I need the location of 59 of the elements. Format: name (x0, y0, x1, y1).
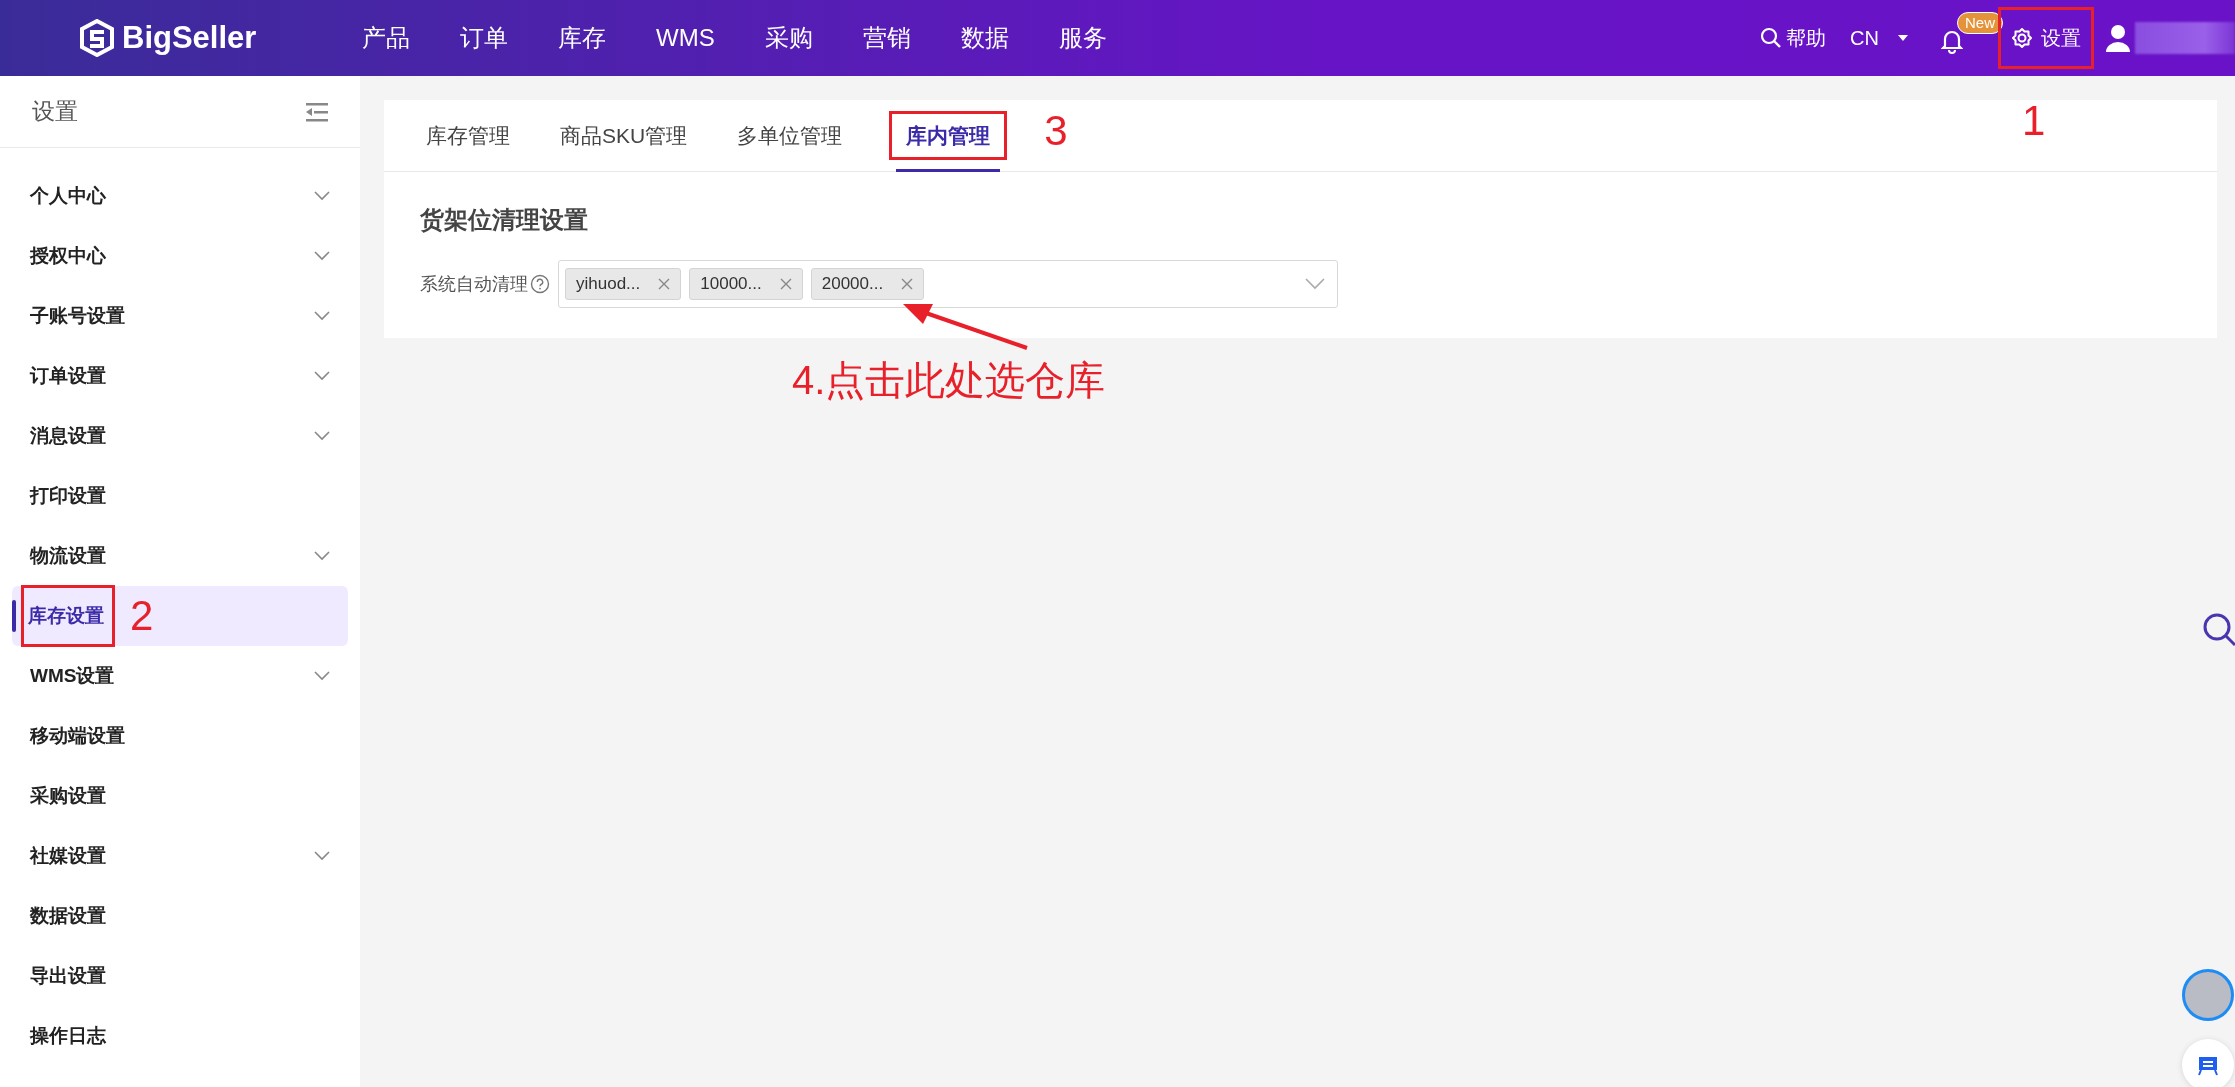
nav-link[interactable]: 采购 (764, 20, 813, 56)
sidebar-item[interactable]: 数据设置 (12, 886, 348, 946)
step-number: 2 (130, 595, 154, 637)
sidebar-item[interactable]: 操作日志 (12, 1006, 348, 1066)
sidebar-item[interactable]: 导出设置 (12, 946, 348, 1006)
sidebar-item[interactable]: 个人中心 (12, 166, 348, 226)
collapse-menu-icon[interactable] (306, 101, 328, 122)
step-number: 3 (1044, 109, 1068, 152)
bell-icon[interactable] (1941, 28, 1963, 54)
section-title: 货架位清理设置 (420, 205, 589, 235)
settings-link[interactable]: 设置 (2001, 10, 2091, 66)
gear-icon (2011, 27, 2033, 49)
nav-link[interactable]: 订单 (460, 20, 508, 56)
new-badge: New (1957, 12, 2003, 34)
search-icon (1760, 27, 1783, 49)
callout-text: 4.点击此处选仓库 (792, 357, 1106, 404)
sidebar-item[interactable]: 子账号设置 (12, 286, 348, 346)
support-avatar[interactable] (2182, 969, 2234, 1021)
nav-link[interactable]: 产品 (362, 20, 410, 56)
logo-text: BigSeller (122, 18, 257, 57)
search-icon (2201, 611, 2235, 647)
sidebar-item[interactable]: 授权中心 (12, 226, 348, 286)
sidebar-item[interactable]: 库存设置 2 (12, 586, 348, 646)
sidebar-item[interactable]: WMS设置 (12, 646, 348, 706)
nav-link[interactable]: 服务 (1058, 20, 1107, 56)
tab[interactable]: 库存管理 (420, 99, 516, 172)
multi-select-field[interactable]: yihuod... 10000... 20000... (558, 260, 1338, 308)
tab[interactable]: 多单位管理 (731, 99, 849, 172)
sidebar-item[interactable]: 订单设置 (12, 346, 348, 406)
nav-link[interactable]: 数据 (960, 20, 1009, 56)
language-dropdown[interactable]: CN (1850, 23, 1909, 53)
close-icon[interactable] (658, 278, 671, 290)
sidebar-item[interactable]: 物流设置 (12, 526, 348, 586)
tag-chip: 10000... (689, 268, 803, 300)
sidebar-title: 设置 (32, 97, 78, 127)
user-icon (2105, 24, 2131, 52)
sidebar-item[interactable]: 采购设置 (12, 766, 348, 826)
nav-link[interactable]: WMS (656, 20, 715, 56)
field-label: 系统自动清理 (420, 272, 528, 296)
tag-chip: 20000... (810, 268, 925, 300)
nav-link[interactable]: 营销 (862, 20, 911, 56)
tag-chip: yihuod... (565, 268, 682, 300)
step-number: 1 (2022, 100, 2046, 142)
nav-link[interactable]: 库存 (558, 20, 606, 56)
close-icon[interactable] (779, 278, 792, 290)
help-icon (530, 274, 550, 294)
sidebar-item[interactable]: 移动端设置 (12, 706, 348, 766)
caret-icon (1897, 34, 1909, 42)
board-icon (2197, 1054, 2219, 1076)
chevron-down-icon (1305, 278, 1325, 290)
sidebar-item[interactable]: 社媒设置 (12, 826, 348, 886)
tab[interactable]: 商品SKU管理 (554, 99, 694, 172)
sidebar-item[interactable]: 消息设置 (12, 406, 348, 466)
close-icon[interactable] (901, 278, 914, 290)
help-link[interactable]: 帮助 (1760, 23, 1827, 53)
tab[interactable]: 库内管理 (886, 99, 1011, 172)
hexagon-logo-icon (80, 19, 114, 57)
sidebar-item[interactable]: 打印设置 (12, 466, 348, 526)
chat-button[interactable] (2182, 1039, 2234, 1087)
